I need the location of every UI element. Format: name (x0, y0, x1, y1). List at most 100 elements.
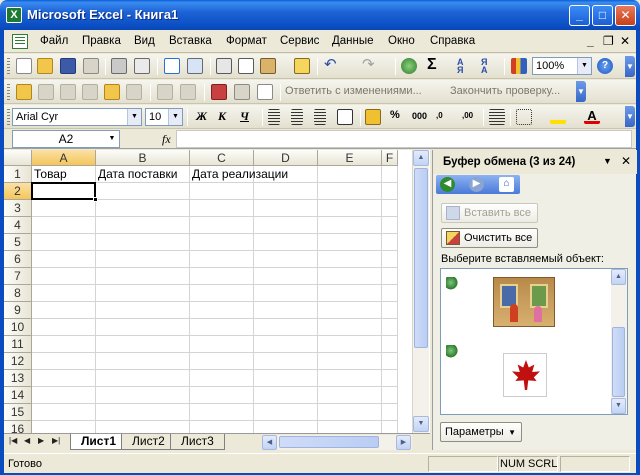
excel-app-icon[interactable]: X (6, 7, 22, 23)
indent-icon[interactable] (489, 109, 505, 125)
menu-tools[interactable]: Сервис (280, 35, 319, 47)
align-left-icon[interactable] (268, 109, 280, 125)
show-all-comments-icon[interactable] (104, 84, 120, 100)
fill-color-icon[interactable] (550, 108, 566, 124)
menu-edit[interactable]: Правка (82, 35, 121, 47)
scrollbar-thumb[interactable] (414, 168, 428, 348)
row-header-15[interactable]: 15 (4, 404, 32, 421)
row-header-6[interactable]: 6 (4, 251, 32, 268)
fill-handle[interactable] (93, 197, 98, 202)
font-name-select[interactable]: Arial Cyr ▼ (12, 108, 142, 126)
row-header-1[interactable]: 1 (4, 166, 32, 183)
menu-data[interactable]: Данные (332, 35, 374, 47)
row-header-14[interactable]: 14 (4, 387, 32, 404)
undo-icon[interactable]: ↶ (324, 57, 340, 74)
column-header-a[interactable]: A (32, 150, 96, 166)
permission-icon[interactable] (83, 58, 99, 74)
h-scrollbar-thumb[interactable] (279, 436, 379, 448)
align-right-icon[interactable] (314, 109, 326, 125)
row-header-13[interactable]: 13 (4, 370, 32, 387)
next-comment-icon[interactable] (60, 84, 76, 100)
column-header-c[interactable]: C (190, 150, 254, 166)
hyperlink-icon[interactable] (401, 58, 417, 74)
first-sheet-icon[interactable]: |◀ (9, 436, 17, 445)
active-cell-selection[interactable] (31, 182, 96, 200)
zoom-select[interactable]: 100% ▼ (532, 57, 592, 75)
column-header-e[interactable]: E (318, 150, 382, 166)
menu-format[interactable]: Формат (226, 35, 267, 47)
save-icon[interactable] (60, 58, 76, 74)
sort-ascending-icon[interactable]: AЯ (457, 58, 473, 75)
borders-icon[interactable] (516, 109, 532, 125)
thousands-separator-button[interactable]: 000 (412, 111, 427, 121)
delete-comment-icon[interactable] (126, 84, 142, 100)
toolbar-grip[interactable] (7, 58, 10, 75)
toolbar-grip[interactable] (7, 84, 10, 101)
send-mail-icon[interactable] (257, 84, 273, 100)
reply-with-changes-button[interactable]: Ответить с изменениями... (285, 85, 422, 97)
row-header-2[interactable]: 2 (4, 183, 32, 200)
menu-help[interactable]: Справка (430, 35, 475, 47)
minimize-button[interactable]: _ (569, 5, 590, 26)
menu-file[interactable]: Файл (40, 35, 68, 47)
next-sheet-icon[interactable]: ▶ (38, 436, 44, 445)
toolbar-options-chevron-icon[interactable]: ▼ (576, 81, 586, 102)
track-changes-icon[interactable] (157, 84, 173, 100)
doc-restore-button[interactable]: ❐ (603, 34, 614, 48)
increase-decimal-button[interactable]: ,0 (436, 111, 443, 120)
menu-view[interactable]: Вид (134, 35, 155, 47)
copy-icon[interactable] (238, 58, 254, 74)
insert-function-icon[interactable]: fx (162, 132, 171, 147)
spelling-icon[interactable] (164, 58, 180, 74)
scroll-left-icon[interactable]: ◀ (262, 435, 277, 450)
scroll-up-icon[interactable]: ▲ (413, 150, 429, 166)
row-header-5[interactable]: 5 (4, 234, 32, 251)
row-header-9[interactable]: 9 (4, 302, 32, 319)
font-size-select[interactable]: 10 ▼ (145, 108, 183, 126)
row-header-7[interactable]: 7 (4, 268, 32, 285)
merge-center-icon[interactable] (337, 109, 353, 125)
sheet-tab-1[interactable]: Лист1 (70, 434, 128, 450)
task-pane-menu-chevron-icon[interactable]: ▼ (603, 156, 612, 166)
forward-icon[interactable]: ▶ (469, 177, 484, 192)
doc-close-button[interactable]: ✕ (620, 34, 630, 48)
last-sheet-icon[interactable]: ▶| (52, 436, 60, 445)
options-button[interactable]: Параметры ▼ (440, 422, 522, 442)
horizontal-scrollbar[interactable]: ◀ ▶ (262, 435, 412, 450)
worksheet-grid[interactable]: A B C D E F 1 2 3 4 5 6 7 8 9 10 11 12 13 14 15 16 Товар Дата п… (4, 150, 430, 433)
clipboard-items-list[interactable]: ▲ ▼ (440, 268, 628, 415)
font-color-icon[interactable]: A (584, 108, 600, 124)
autosum-icon[interactable]: Σ (427, 56, 443, 73)
row-header-11[interactable]: 11 (4, 336, 32, 353)
redo-icon[interactable]: ↷ (362, 57, 378, 74)
prev-sheet-icon[interactable]: ◀ (24, 436, 30, 445)
task-pane-close-icon[interactable]: ✕ (621, 154, 631, 168)
toolbar-options-chevron-icon[interactable]: ▼ (625, 106, 635, 127)
print-icon[interactable] (111, 58, 127, 74)
sort-descending-icon[interactable]: ЯA (481, 58, 497, 75)
currency-icon[interactable] (365, 109, 381, 125)
scroll-down-icon[interactable]: ▼ (413, 416, 429, 432)
chart-wizard-icon[interactable] (511, 58, 527, 74)
chevron-down-icon[interactable]: ▼ (577, 58, 591, 74)
workbook-icon[interactable] (12, 34, 28, 49)
scroll-up-icon[interactable]: ▲ (611, 269, 626, 285)
accept-changes-icon[interactable] (180, 84, 196, 100)
scroll-down-icon[interactable]: ▼ (611, 398, 626, 414)
format-painter-icon[interactable] (294, 58, 310, 74)
formula-input[interactable] (176, 130, 632, 148)
column-header-d[interactable]: D (254, 150, 318, 166)
toolbar-options-chevron-icon[interactable]: ▼ (625, 56, 635, 77)
cell-b1[interactable]: Дата поставки (96, 166, 177, 183)
cell-c1[interactable]: Дата реализации (190, 166, 288, 183)
new-document-icon[interactable] (16, 58, 32, 74)
underline-button[interactable]: Ч (240, 109, 249, 124)
row-header-3[interactable]: 3 (4, 200, 32, 217)
italic-button[interactable]: К (218, 109, 226, 124)
help-icon[interactable]: ? (597, 58, 613, 74)
menu-window[interactable]: Окно (388, 35, 415, 47)
cell-a1[interactable]: Товар (32, 166, 67, 183)
open-folder-icon[interactable] (37, 58, 53, 74)
chevron-down-icon[interactable]: ▼ (106, 132, 118, 146)
percent-button[interactable]: % (390, 109, 400, 121)
